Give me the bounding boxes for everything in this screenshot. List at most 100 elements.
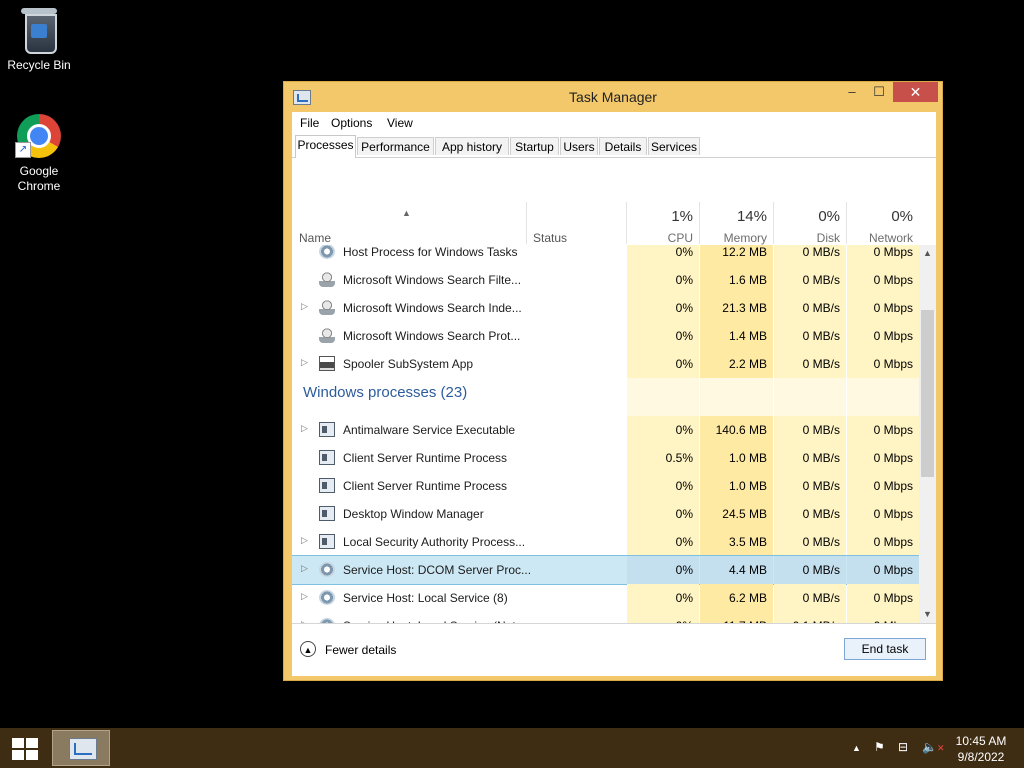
tab-services[interactable]: Services (648, 137, 700, 155)
process-net: 0 Mbps (847, 528, 919, 556)
column-memory-label: Memory (723, 231, 767, 245)
process-name: Host Process for Windows Tasks (343, 245, 518, 259)
table-row[interactable]: Client Server Runtime Process 0% 1.0 MB 0 M… (292, 472, 919, 500)
tab-performance[interactable]: Performance (357, 137, 434, 155)
group-header-cell (774, 378, 846, 416)
title-bar[interactable]: Task Manager ‒ ☐ ✕ (284, 82, 942, 111)
printer-icon (319, 356, 335, 371)
scroll-up-icon[interactable]: ▲ (919, 245, 936, 262)
table-row[interactable]: ▷Service Host: Local Service (Net...0%11… (292, 612, 919, 623)
process-name: Client Server Runtime Process (343, 451, 508, 465)
tab-processes[interactable]: Processes (295, 135, 356, 158)
table-row[interactable]: Desktop Window Manager 0% 24.5 MB 0 MB/s 0 M… (292, 500, 919, 528)
desktop-icon-recycle-bin[interactable]: Recycle Bin (1, 6, 77, 73)
menu-bar: File Options View (292, 112, 936, 134)
minimize-button[interactable]: ‒ (839, 82, 865, 102)
table-row[interactable]: Microsoft Windows Search Prot... 0% 1.4 MB… (292, 322, 919, 350)
process-disk: 0 MB/s (774, 500, 846, 528)
tab-bar: Processes Performance App history Startu… (292, 135, 936, 158)
column-disk-label: Disk (816, 231, 840, 245)
process-cpu: 0% (627, 584, 699, 612)
expand-arrow-icon[interactable]: ▷ (301, 591, 308, 602)
maximize-button[interactable]: ☐ (866, 82, 892, 102)
process-net: 0 Mbps (847, 245, 919, 266)
table-row[interactable]: Microsoft Windows Search Filte... 0% 1.6 M… (292, 266, 919, 294)
chevron-up-icon[interactable]: ▲ (852, 743, 861, 753)
table-row[interactable]: ▷ Microsoft Windows Search Inde... 0% 21.3 … (292, 294, 919, 322)
scrollbar-thumb[interactable] (921, 310, 934, 477)
expand-arrow-icon[interactable]: ▷ (301, 535, 308, 546)
volume-muted-icon[interactable]: 🔈✕ (922, 740, 945, 754)
menu-file[interactable]: File (300, 116, 319, 130)
column-network[interactable]: 0% Network (847, 158, 919, 246)
system-clock[interactable]: 10:45 AM 9/8/2022 (948, 733, 1014, 765)
chrome-icon: ↗ (15, 112, 63, 160)
table-row[interactable]: ▷ Service Host: DCOM Server Proc... 0% 4.4 … (292, 555, 919, 585)
process-name: Antimalware Service Executable (343, 423, 516, 437)
expand-arrow-icon[interactable]: ▷ (301, 301, 308, 312)
table-row[interactable]: Host Process for Windows Tasks 0% 12.2 MB 0… (292, 245, 919, 266)
start-button[interactable] (12, 738, 38, 760)
tab-users[interactable]: Users (560, 137, 598, 155)
expand-arrow-icon[interactable]: ▷ (301, 357, 308, 368)
desktop-icon-label: Chrome (17, 179, 61, 193)
process-disk: 0 MB/s (774, 444, 846, 472)
table-row[interactable]: Client Server Runtime Process 0.5% 1.0 MB 0… (292, 444, 919, 472)
chevron-up-icon: ▲ (300, 641, 316, 657)
tab-app-history[interactable]: App history (435, 137, 509, 155)
table-row[interactable]: ▷ Antimalware Service Executable 0% 140.6 M… (292, 416, 919, 444)
process-mem: 11.7 MB (700, 612, 773, 623)
process-mem: 1.0 MB (700, 444, 773, 472)
tab-startup[interactable]: Startup (510, 137, 559, 155)
process-mem: 3.5 MB (700, 528, 773, 556)
menu-view[interactable]: View (387, 116, 413, 130)
process-mem: 21.3 MB (700, 294, 773, 322)
close-button[interactable]: ✕ (893, 82, 938, 102)
cpu-total: 1% (671, 208, 693, 225)
expand-arrow-icon[interactable]: ▷ (301, 563, 308, 574)
flag-icon[interactable]: ⚑ (874, 740, 885, 754)
end-task-button[interactable]: End task (844, 638, 926, 660)
process-net: 0 Mbps (847, 294, 919, 322)
column-disk[interactable]: 0% Disk (774, 158, 846, 246)
process-net: 0 Mbps (847, 444, 919, 472)
table-row[interactable]: ▷ Local Security Authority Process... 0% 3.… (292, 528, 919, 556)
taskbar-task-manager[interactable] (52, 730, 110, 766)
column-status[interactable]: Status (527, 158, 626, 246)
column-cpu[interactable]: 1% CPU (627, 158, 699, 246)
process-cpu: 0% (627, 294, 699, 322)
footer: ▲ Fewer details End task (292, 623, 936, 676)
process-cpu: 0% (627, 322, 699, 350)
network-icon[interactable]: ⊟ (898, 740, 908, 754)
process-net: 0 Mbps (847, 472, 919, 500)
process-mem: 1.4 MB (700, 322, 773, 350)
table-row[interactable]: ▷ Spooler SubSystem App 0% 2.2 MB 0 MB/s 0 Mb… (292, 350, 919, 378)
tab-details[interactable]: Details (599, 137, 647, 155)
desktop-icon-google-chrome[interactable]: ↗ Google Chrome (1, 112, 77, 194)
group-header-cell (700, 378, 773, 416)
scroll-down-icon[interactable]: ▼ (919, 606, 936, 623)
process-name: Client Server Runtime Process (343, 479, 508, 493)
vertical-scrollbar[interactable]: ▲ ▼ (919, 245, 936, 623)
recycle-bin-icon (15, 6, 63, 54)
process-name: Microsoft Windows Search Filte... (343, 273, 522, 287)
column-header: ▲ Name Status 1% CPU 14% Memory 0% Disk (292, 158, 919, 246)
process-mem: 140.6 MB (700, 416, 773, 444)
task-manager-icon (69, 738, 97, 760)
menu-options[interactable]: Options (331, 116, 372, 130)
table-row[interactable]: ▷ Service Host: Local Service (8) 0% 6.2 MB… (292, 584, 919, 612)
process-cpu: 0% (627, 472, 699, 500)
process-name: Service Host: Local Service (8) (343, 591, 508, 605)
process-cpu: 0% (627, 245, 699, 266)
task-manager-window: Task Manager ‒ ☐ ✕ File Options View Pro… (283, 81, 943, 681)
column-memory[interactable]: 14% Memory (700, 158, 773, 246)
expand-arrow-icon[interactable]: ▷ (301, 423, 308, 434)
clock-time: 10:45 AM (955, 734, 1007, 748)
process-net: 0 Mbps (847, 350, 919, 378)
memory-total: 14% (736, 208, 767, 225)
group-header[interactable]: Windows processes (23) (292, 378, 919, 416)
column-status-label: Status (533, 231, 568, 245)
column-name[interactable]: ▲ Name (292, 158, 526, 246)
process-net: 0 Mbps (847, 322, 919, 350)
process-disk: 0 MB/s (774, 416, 846, 444)
